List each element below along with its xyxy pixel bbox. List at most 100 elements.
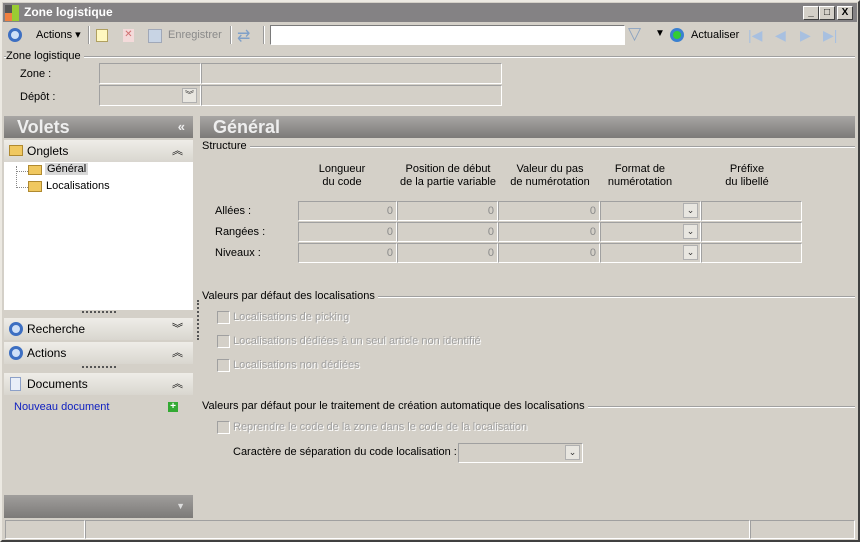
chevron-down-icon[interactable]: ⌄ [565, 445, 580, 460]
vertical-splitter[interactable] [197, 300, 199, 340]
column-header: Préfixe du libellé [725, 163, 769, 188]
tabs-tree: Général Localisations [4, 162, 193, 310]
numeric-field[interactable]: 0 [397, 201, 498, 221]
prefix-field[interactable] [701, 243, 802, 263]
panel-overflow-bar[interactable]: ▼ [4, 495, 193, 518]
new-icon[interactable] [96, 29, 108, 42]
save-icon[interactable] [148, 29, 162, 43]
zone-group-title: Zone logistique [6, 50, 84, 62]
prefix-field[interactable] [701, 222, 802, 242]
auto-title: Valeurs par défaut pour le traitement de… [202, 400, 588, 412]
depot-label: Dépôt : [20, 91, 56, 103]
depot-dropdown-icon[interactable]: ︾ [182, 88, 197, 103]
refresh-button[interactable]: Actualiser [691, 24, 739, 46]
tree-item-general[interactable]: Général [45, 163, 89, 175]
splitter-handle[interactable] [82, 366, 116, 368]
numeric-field[interactable]: 0 [397, 243, 498, 263]
last-record-icon[interactable]: ▶| [823, 27, 837, 44]
toolbar-separator [263, 26, 265, 44]
non-dedicated-label: Localisations non dédiées [233, 359, 360, 371]
group-line [4, 56, 855, 58]
search-circle-icon [9, 322, 23, 336]
chevron-up-icon[interactable]: ︽ [172, 342, 183, 364]
new-document-link[interactable]: Nouveau document [14, 401, 109, 413]
actions-menu-button[interactable]: Actions ▾ [36, 24, 81, 46]
depot-name-field[interactable] [201, 85, 502, 106]
documents-label: Documents [27, 377, 88, 391]
row-label: Niveaux : [215, 247, 261, 259]
add-icon[interactable]: + [168, 402, 178, 412]
recherche-section-header[interactable]: Recherche ︾ [4, 318, 193, 340]
chevron-down-icon[interactable]: ⌄ [683, 245, 698, 260]
filter-icon[interactable]: ▽ [628, 24, 641, 44]
volets-title: Volets [17, 117, 70, 137]
splitter-handle[interactable] [82, 311, 116, 313]
zone-code-label: Reprendre le code de la zone dans le cod… [233, 421, 528, 433]
row-label: Rangées : [215, 226, 266, 238]
app-logo-icon [5, 5, 19, 21]
chevron-down-icon[interactable]: ︾ [172, 318, 183, 340]
filter-dropdown-icon[interactable]: ▼ [655, 28, 665, 39]
actions-section-header[interactable]: Actions ︽ [4, 342, 193, 364]
column-header: Longueur du code [318, 163, 366, 188]
onglets-label: Onglets [27, 144, 69, 158]
chevron-down-icon[interactable]: ⌄ [683, 203, 698, 218]
picking-checkbox[interactable] [217, 311, 230, 324]
maximize-button[interactable]: □ [819, 6, 835, 20]
chevron-down-icon[interactable]: ⌄ [683, 224, 698, 239]
general-header: Général [200, 116, 855, 138]
non-dedicated-checkbox[interactable] [217, 359, 230, 372]
chevron-up-icon[interactable]: ︽ [172, 140, 183, 162]
defaults-title: Valeurs par défaut des localisations [202, 290, 378, 302]
tree-item-localisations[interactable]: Localisations [46, 180, 110, 192]
chevron-up-icon[interactable]: ︽ [172, 373, 183, 395]
close-button[interactable]: X [837, 6, 853, 20]
dropdown-arrow-icon: ▾ [75, 29, 81, 41]
zone-code-field[interactable] [99, 63, 201, 84]
title-bar: Zone logistique [3, 3, 857, 22]
onglets-section-header[interactable]: Onglets ︽ [4, 140, 193, 162]
structure-title: Structure [202, 140, 250, 152]
status-pane [5, 520, 85, 539]
menu-circle-icon[interactable] [8, 28, 22, 42]
recherche-label: Recherche [27, 322, 86, 336]
dedicated-checkbox[interactable] [217, 335, 230, 348]
numeric-field[interactable]: 0 [298, 222, 397, 242]
dedicated-label: Localisations dédiées à un seul article … [233, 335, 481, 347]
row-label: Allées : [215, 205, 252, 217]
group-line [202, 146, 855, 148]
delete-icon[interactable]: ✕ [123, 29, 134, 42]
status-pane [85, 520, 750, 539]
first-record-icon[interactable]: |◀ [748, 27, 762, 44]
folder-icon [28, 181, 42, 192]
prefix-field[interactable] [701, 201, 802, 221]
separator-label: Caractère de séparation du code localisa… [233, 446, 457, 458]
actions-circle-icon [9, 346, 23, 360]
minimize-button[interactable]: _ [803, 6, 819, 20]
toolbar-separator [230, 26, 232, 44]
numeric-field[interactable]: 0 [498, 222, 600, 242]
numeric-field[interactable]: 0 [498, 201, 600, 221]
document-icon [10, 377, 21, 391]
previous-record-icon[interactable]: ◀ [775, 27, 786, 44]
open-folder-icon [28, 165, 42, 175]
zone-code-checkbox[interactable] [217, 421, 230, 434]
actions-label: Actions [36, 29, 73, 41]
column-header: Position de début de la partie variable [399, 163, 496, 188]
zone-name-field[interactable] [201, 63, 502, 84]
documents-section-header[interactable]: Documents ︽ [4, 373, 193, 395]
numeric-field[interactable]: 0 [298, 201, 397, 221]
collapse-panel-button[interactable]: « [178, 116, 185, 138]
numeric-field[interactable]: 0 [397, 222, 498, 242]
next-record-icon[interactable]: ▶ [800, 27, 811, 44]
sync-icon[interactable]: ⇄ [237, 26, 250, 46]
search-input[interactable] [270, 25, 625, 45]
folder-icon [9, 145, 23, 156]
save-button[interactable]: Enregistrer [168, 24, 222, 46]
numeric-field[interactable]: 0 [298, 243, 397, 263]
numeric-field[interactable]: 0 [498, 243, 600, 263]
zone-label: Zone : [20, 68, 52, 80]
refresh-icon[interactable] [670, 28, 684, 42]
status-pane [750, 520, 855, 539]
toolbar-separator [88, 26, 90, 44]
